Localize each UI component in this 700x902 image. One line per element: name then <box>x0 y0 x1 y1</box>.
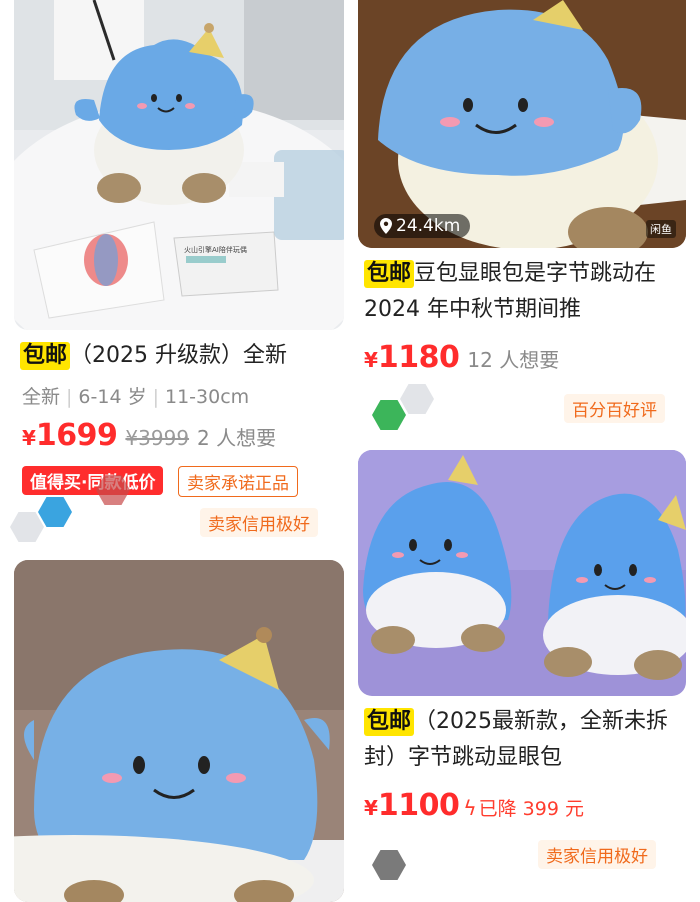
price-row-1: ¥ 1699 ¥3999 2 人想要 <box>22 418 276 453</box>
decor-hex <box>10 512 44 542</box>
currency-symbol: ¥ <box>364 348 378 372</box>
price: 1100 <box>377 788 460 823</box>
price: 1180 <box>377 340 460 375</box>
location-pin-icon <box>380 218 392 234</box>
price: 1699 <box>35 418 118 453</box>
free-shipping-tag: 包邮 <box>364 708 415 736</box>
booklet-title: 火山引擎AI陪伴玩偶 <box>184 245 247 254</box>
condition-text: 全新 <box>22 386 61 408</box>
product-title-4[interactable]: 包邮 （2025最新款，全新未拆封）字节跳动显眼包 <box>364 704 694 776</box>
currency-symbol: ¥ <box>22 426 36 450</box>
want-count: 12 人想要 <box>467 348 560 372</box>
product-card-1[interactable]: 火山引擎AI陪伴玩偶 包邮 （2025 升级款）全新 全新 | 6-14 岁 | 11-3… <box>0 0 350 560</box>
age-range-text: 6-14 岁 <box>78 386 147 408</box>
decor-hex <box>372 850 406 880</box>
decor-hex <box>372 400 406 430</box>
price-row-2: ¥ 1180 12 人想要 <box>364 340 559 375</box>
seller-credit-badge: 卖家信用极好 <box>538 840 656 869</box>
positive-rating-badge: 百分百好评 <box>564 394 665 423</box>
title-text: （2025 升级款）全新 <box>70 343 287 368</box>
price-row-4: ¥ 1100 ϟ 已降 399 元 <box>364 788 584 823</box>
product-title-1[interactable]: 包邮 （2025 升级款）全新 <box>20 338 350 374</box>
seller-credit-badge: 卖家信用极好 <box>200 508 318 537</box>
product-card-4[interactable]: 包邮 （2025最新款，全新未拆封）字节跳动显眼包 ¥ 1100 ϟ 已降 399… <box>350 450 700 902</box>
product-title-2[interactable]: 包邮 豆包显眼包是字节跳动在 2024 年中秋节期间推 <box>364 256 694 328</box>
want-count: 2 人想要 <box>197 426 277 450</box>
decor-hex <box>38 497 72 527</box>
product-image-4[interactable] <box>358 450 686 696</box>
product-card-2[interactable]: 24.4km 闲鱼 包邮 豆包显眼包是字节跳动在 2024 年中秋节期间推 ¥ 1… <box>350 0 700 445</box>
currency-symbol: ¥ <box>364 796 378 820</box>
distance-text: 24.4km <box>396 216 461 236</box>
product-image-2[interactable]: 24.4km 闲鱼 <box>358 0 686 248</box>
authentic-promise-badge: 卖家承诺正品 <box>178 466 298 497</box>
product-meta-1: 全新 | 6-14 岁 | 11-30cm <box>22 386 250 408</box>
size-text: 11-30cm <box>165 386 250 408</box>
free-shipping-tag: 包邮 <box>364 260 415 288</box>
free-shipping-tag: 包邮 <box>20 342 71 370</box>
platform-logo: 闲鱼 <box>646 220 676 238</box>
decor-hex <box>400 384 434 414</box>
product-image-1[interactable]: 火山引擎AI陪伴玩偶 <box>14 0 344 330</box>
price-drop-text: 已降 399 元 <box>478 798 584 820</box>
value-deal-badge: 值得买·同款低价 <box>22 466 164 495</box>
lightning-icon: ϟ <box>463 796 477 820</box>
product-image-3[interactable] <box>14 560 344 902</box>
product-card-3[interactable] <box>0 560 350 902</box>
distance-label: 24.4km <box>374 214 471 238</box>
original-price: ¥3999 <box>125 426 190 450</box>
